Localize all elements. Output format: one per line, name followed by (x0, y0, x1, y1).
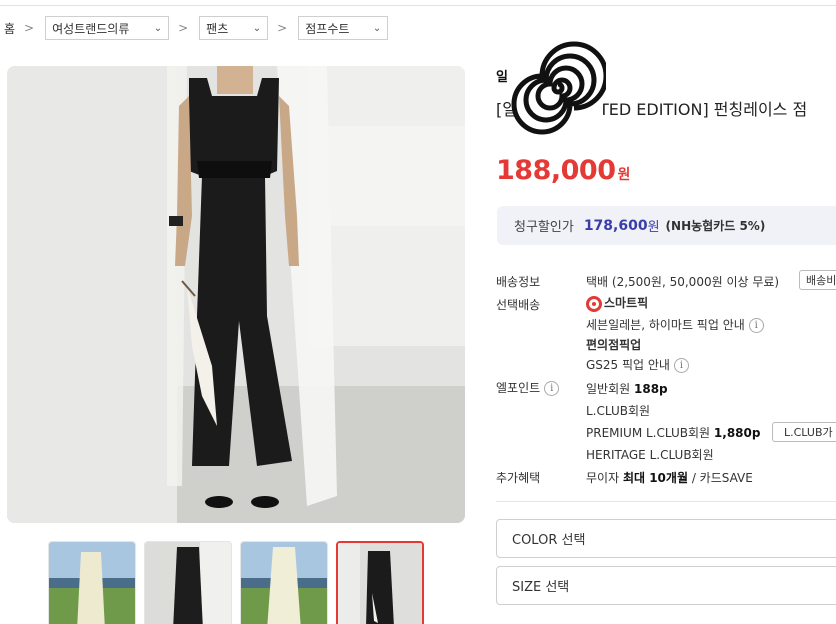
chevron-down-icon: ⌄ (372, 22, 382, 34)
lclub-member-label: L.CLUB회원 (586, 404, 651, 418)
convenience-desc-row: GS25 픽업 안내 i (586, 356, 689, 373)
installment-months: 최대 10개월 (622, 471, 688, 485)
info-icon[interactable]: i (544, 381, 560, 396)
info-icon[interactable]: i (673, 358, 689, 373)
price-row: 188,000 원 (496, 155, 630, 186)
category2-dropdown[interactable]: 팬츠 ⌄ (199, 16, 269, 40)
general-member-points: 188p (634, 382, 668, 396)
color-select[interactable]: COLOR 선택 (496, 519, 836, 558)
breadcrumb-separator: > (24, 21, 35, 35)
info-icon[interactable]: i (748, 318, 764, 333)
smartpick-desc: 세븐일레븐, 하이마트 픽업 안내 (586, 318, 745, 332)
category1-dropdown[interactable]: 여성트랜드의류 ⌄ (45, 16, 170, 40)
thumbnail-3[interactable] (240, 541, 328, 624)
points-label: 엘포인트 (496, 381, 541, 395)
breadcrumb-separator: > (277, 21, 288, 35)
shipping-fee-button[interactable]: 배송비 (799, 270, 836, 290)
price-unit: 원 (617, 167, 631, 183)
points-label-row: 엘포인트 i (496, 379, 560, 396)
extra-benefit-label: 추가혜택 (496, 471, 541, 485)
card-discount-box: 청구할인가 178,600 원 (NH농협카드 5%) (497, 206, 836, 245)
chevron-down-icon: ⌄ (252, 22, 262, 34)
premium-member-points: 1,880p (713, 426, 761, 440)
shipping-fee-button-label: 배송비 (806, 274, 836, 287)
shipping-value: 택배 (2,500원, 50,000원 이상 무료) (586, 275, 780, 289)
size-select[interactable]: SIZE 선택 (496, 566, 836, 605)
spiral-logo-icon (511, 41, 609, 135)
discount-card-name: (NH농협카드 5%) (665, 219, 766, 233)
card-save-text: / 카드SAVE (691, 471, 753, 485)
category3-dropdown[interactable]: 점프수트 ⌄ (298, 16, 389, 40)
pickup-label: 선택배송 (496, 298, 541, 312)
brand-name[interactable]: 일 (496, 66, 508, 85)
thumbnail-1[interactable] (48, 541, 136, 624)
breadcrumb: 홈 > 여성트랜드의류 ⌄ > 팬츠 ⌄ > 점프수트 ⌄ (0, 16, 389, 40)
thumbnail-image (338, 543, 422, 624)
shipping-label: 배송정보 (496, 275, 541, 289)
smartpick-row: 스마트픽 (586, 294, 648, 312)
discount-unit: 원 (647, 220, 660, 235)
thumbnail-4-selected[interactable] (336, 541, 424, 624)
smartpick-desc-row: 세븐일레븐, 하이마트 픽업 안내 i (586, 316, 764, 333)
color-select-label: COLOR 선택 (512, 533, 586, 548)
general-points-row: 일반회원 188p (586, 380, 668, 397)
category2-label: 팬츠 (206, 21, 229, 36)
general-member-label: 일반회원 (586, 382, 631, 396)
section-divider (496, 501, 836, 502)
thumbnail-image (49, 542, 135, 624)
size-select-label: SIZE 선택 (512, 580, 570, 595)
thumbnail-image (241, 542, 327, 624)
thumbnail-2[interactable] (144, 541, 232, 624)
smartpick-label: 스마트픽 (604, 296, 649, 310)
extra-benefit-row: 무이자 최대 10개월 / 카드SAVE (586, 469, 753, 486)
thumbnail-image (145, 542, 231, 624)
top-divider (0, 5, 836, 6)
convenience-pickup-label: 편의점픽업 (586, 338, 642, 352)
discount-label: 청구할인가 (514, 220, 574, 235)
category1-label: 여성트랜드의류 (52, 21, 130, 36)
chevron-down-icon: ⌄ (153, 22, 163, 34)
main-product-image[interactable] (7, 66, 465, 523)
thumbnail-list (48, 541, 424, 624)
discount-price: 178,600 (583, 217, 648, 234)
brand-logo[interactable] (510, 40, 609, 136)
breadcrumb-separator: > (178, 21, 189, 35)
category3-label: 점프수트 (305, 21, 350, 36)
breadcrumb-home[interactable]: 홈 (4, 20, 15, 37)
lclub-join-button[interactable]: L.CLUB가 (772, 422, 836, 442)
target-icon (586, 295, 602, 312)
sale-price: 188,000 (496, 155, 616, 186)
premium-points-row: PREMIUM L.CLUB회원 1,880p (586, 424, 760, 441)
premium-member-label: PREMIUM L.CLUB회원 (586, 426, 711, 440)
heritage-member-label: HERITAGE L.CLUB회원 (586, 448, 714, 462)
lclub-join-label: L.CLUB가 (784, 426, 833, 439)
jumpsuit-photo (7, 66, 465, 523)
installment-prefix: 무이자 (586, 471, 620, 485)
convenience-desc: GS25 픽업 안내 (586, 358, 670, 372)
product-title-end: TED EDITION] 펀칭레이스 점 (598, 100, 808, 119)
